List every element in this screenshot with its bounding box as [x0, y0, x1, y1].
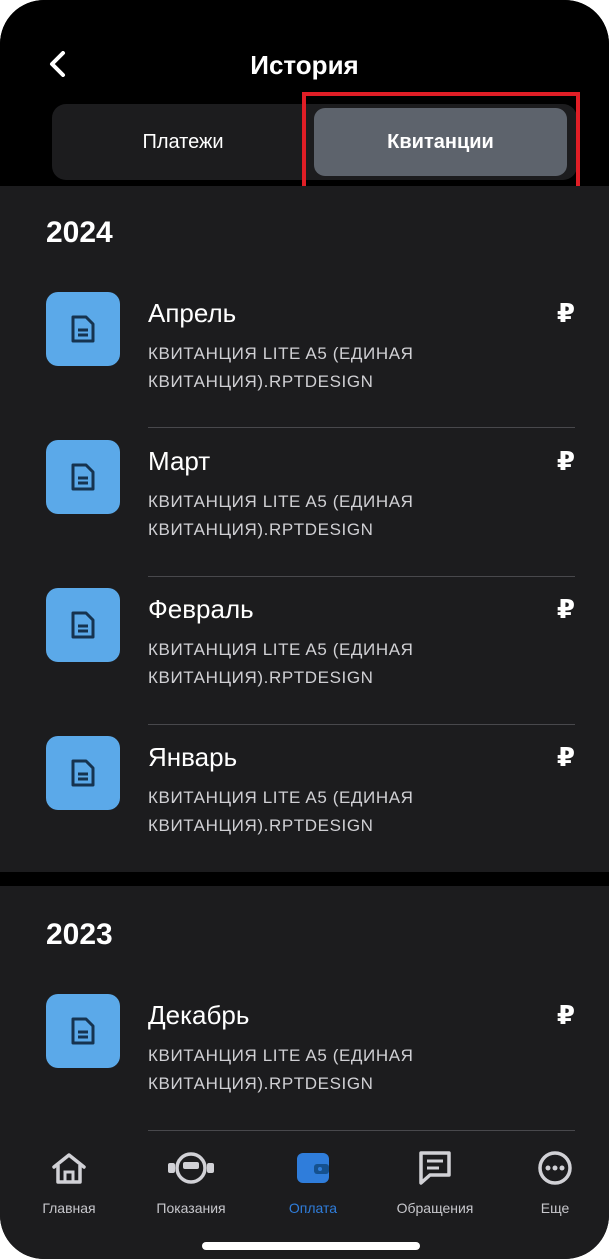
list-item[interactable]: Март КВИТАНЦИЯ LITE A5 (ЕДИНАЯ КВИТАНЦИЯ… — [0, 426, 609, 574]
item-title: Апрель — [148, 298, 237, 328]
wallet-icon — [252, 1148, 374, 1188]
home-indicator — [202, 1242, 420, 1250]
document-icon — [46, 588, 120, 662]
meter-icon — [130, 1148, 252, 1188]
item-subtitle: КВИТАНЦИЯ LITE A5 (ЕДИНАЯ КВИТАНЦИЯ).RPT… — [148, 640, 414, 687]
page-title: История — [250, 50, 359, 80]
currency-sign: ₽ — [556, 1000, 575, 1030]
receipts-list: 2024 Апрель КВИТАНЦИЯ LITE A5 (ЕДИНАЯ КВ… — [0, 186, 609, 1136]
item-title: Март — [148, 446, 211, 476]
item-title: Январь — [148, 742, 238, 772]
tab-label: Обращения — [396, 1200, 474, 1216]
year-section-2023: 2023 Декабрь КВИТАНЦИЯ LITE A5 (ЕДИНАЯ К… — [0, 886, 609, 1136]
tab-home[interactable]: Главная — [8, 1144, 130, 1224]
more-icon — [494, 1148, 609, 1188]
tab-receipts[interactable]: Квитанции — [314, 108, 567, 176]
currency-sign: ₽ — [556, 594, 575, 624]
tab-requests[interactable]: Обращения — [374, 1144, 496, 1224]
document-icon — [46, 736, 120, 810]
divider — [148, 1130, 575, 1131]
year-heading: 2023 — [46, 918, 113, 951]
item-subtitle: КВИТАНЦИЯ LITE A5 (ЕДИНАЯ КВИТАНЦИЯ).RPT… — [148, 1046, 414, 1093]
item-subtitle: КВИТАНЦИЯ LITE A5 (ЕДИНАЯ КВИТАНЦИЯ).RPT… — [148, 788, 414, 835]
document-icon — [46, 292, 120, 366]
list-item[interactable]: Апрель КВИТАНЦИЯ LITE A5 (ЕДИНАЯ КВИТАНЦ… — [0, 278, 609, 426]
currency-sign: ₽ — [556, 298, 575, 328]
list-item[interactable]: Декабрь КВИТАНЦИЯ LITE A5 (ЕДИНАЯ КВИТАН… — [0, 980, 609, 1128]
tab-payments[interactable]: Платежи — [52, 104, 314, 180]
list-item[interactable]: Январь КВИТАНЦИЯ LITE A5 (ЕДИНАЯ КВИТАНЦ… — [0, 722, 609, 870]
list-item[interactable]: Февраль КВИТАНЦИЯ LITE A5 (ЕДИНАЯ КВИТАН… — [0, 574, 609, 722]
tab-label: Еще — [540, 1200, 570, 1216]
app-screen: История Платежи Квитанции 2024 Апрель КВ… — [0, 0, 609, 1259]
tab-readings[interactable]: Показания — [130, 1144, 252, 1224]
currency-sign: ₽ — [556, 446, 575, 476]
year-section-2024: 2024 Апрель КВИТАНЦИЯ LITE A5 (ЕДИНАЯ КВ… — [0, 186, 609, 872]
tab-label: Главная — [42, 1200, 96, 1216]
segmented-control: Платежи Квитанции — [52, 104, 577, 180]
tab-more[interactable]: Еще — [494, 1144, 609, 1224]
document-icon — [46, 994, 120, 1068]
currency-sign: ₽ — [556, 742, 575, 772]
home-icon — [8, 1148, 130, 1188]
item-title: Декабрь — [148, 1000, 250, 1030]
tab-label: Оплата — [288, 1200, 338, 1216]
item-subtitle: КВИТАНЦИЯ LITE A5 (ЕДИНАЯ КВИТАНЦИЯ).RPT… — [148, 492, 414, 539]
tab-payment[interactable]: Оплата — [252, 1144, 374, 1224]
tab-label: Показания — [156, 1200, 226, 1216]
item-subtitle: КВИТАНЦИЯ LITE A5 (ЕДИНАЯ КВИТАНЦИЯ).RPT… — [148, 344, 414, 391]
document-icon — [46, 440, 120, 514]
chat-icon — [374, 1148, 496, 1188]
item-title: Февраль — [148, 594, 254, 624]
year-heading: 2024 — [46, 216, 113, 249]
header: История Платежи Квитанции — [0, 0, 609, 196]
tab-bar: Главная Показания Оплата Обращения Еще — [0, 1136, 609, 1259]
